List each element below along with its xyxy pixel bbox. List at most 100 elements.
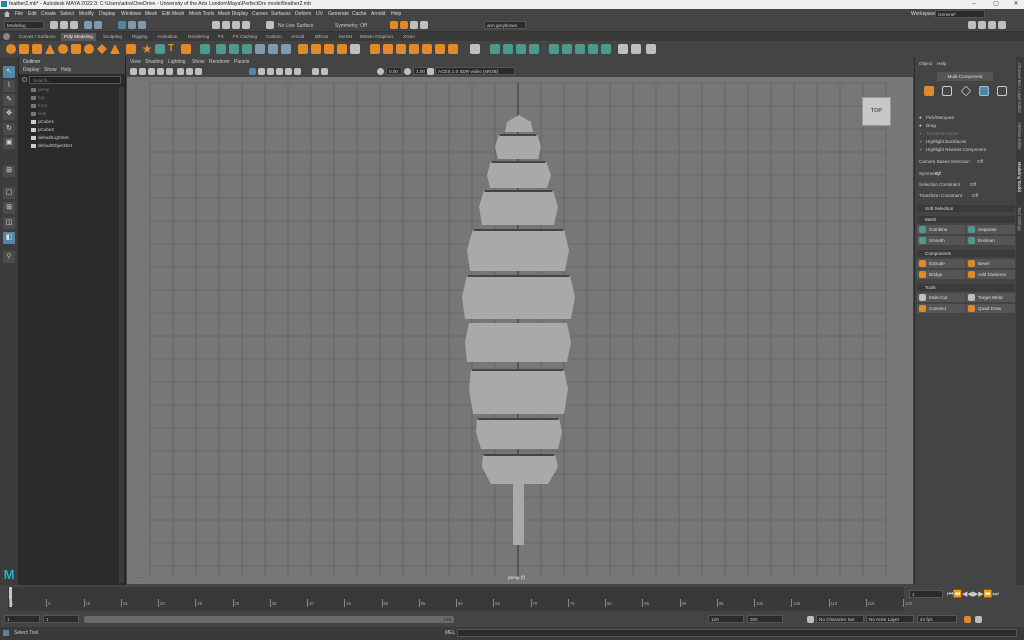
outliner-item[interactable]: front bbox=[31, 103, 47, 110]
wedge-icon[interactable] bbox=[448, 44, 458, 54]
connect-button[interactable]: Connect bbox=[917, 304, 965, 313]
anim-layer-dropdown[interactable]: No Anim Layer bbox=[866, 615, 914, 623]
outliner-scrollbar[interactable] bbox=[119, 87, 124, 583]
wireframe-on-shaded-icon[interactable] bbox=[267, 68, 274, 75]
automatic-map-icon[interactable] bbox=[529, 44, 539, 54]
camera-attributes-icon[interactable] bbox=[148, 68, 155, 75]
grid-toggle-icon[interactable] bbox=[177, 68, 184, 75]
shelf-tab-mash[interactable]: MASH bbox=[336, 33, 355, 41]
option-highlight-backfaces[interactable]: Highlight Backfaces bbox=[926, 139, 966, 144]
toggle-attribute-editor-icon[interactable] bbox=[978, 21, 986, 29]
feather-stem[interactable] bbox=[513, 477, 524, 545]
rotate-tool-icon[interactable]: ↻ bbox=[3, 123, 15, 135]
character-set-dropdown[interactable]: No Character Set bbox=[816, 615, 864, 623]
lights-icon[interactable] bbox=[285, 68, 292, 75]
show-manipulator-icon[interactable]: ⊞ bbox=[3, 165, 15, 177]
viewport-menu-show[interactable]: Show bbox=[192, 59, 205, 65]
shelf-tab-bifrost[interactable]: Bifrost bbox=[312, 33, 331, 41]
lock-camera-icon[interactable] bbox=[139, 68, 146, 75]
mtk-symmetry-value[interactable]: Off bbox=[935, 171, 941, 176]
viewport-menu-renderer[interactable]: Renderer bbox=[209, 59, 230, 65]
snap-view-plane-icon[interactable] bbox=[242, 21, 250, 29]
colorspace-dropdown[interactable]: ACES 1.0 SDR-video (sRGB) bbox=[435, 67, 515, 75]
side-tab-modeling-toolkit[interactable]: Modeling Toolkit bbox=[1017, 162, 1022, 192]
outliner-search-input[interactable]: Search... bbox=[29, 76, 121, 84]
step-forward-key-icon[interactable]: ⏩ bbox=[984, 591, 993, 598]
playback-end-field[interactable]: 120 bbox=[708, 615, 744, 623]
menu-help[interactable]: Help bbox=[391, 11, 401, 17]
planar-map-icon[interactable] bbox=[490, 44, 500, 54]
current-frame-field[interactable]: 1 bbox=[909, 590, 943, 598]
user-account-field[interactable]: ann.greybrown bbox=[484, 21, 526, 29]
unfold-icon[interactable] bbox=[562, 44, 572, 54]
bevel-button[interactable]: Bevel bbox=[966, 259, 1015, 268]
feather-segment-9[interactable] bbox=[482, 454, 558, 484]
viewcube[interactable]: TOP bbox=[862, 97, 891, 126]
vertex-mode-icon[interactable] bbox=[942, 86, 952, 96]
sew-uv-icon[interactable] bbox=[601, 44, 611, 54]
shelf-tab-poly-modeling[interactable]: Poly Modeling bbox=[61, 33, 96, 41]
type-tool-icon[interactable]: T bbox=[168, 44, 178, 54]
combine-icon[interactable] bbox=[200, 44, 210, 54]
poly-plane-icon[interactable] bbox=[71, 44, 81, 54]
feather-segment-5[interactable] bbox=[462, 275, 575, 319]
poly-cube-icon[interactable] bbox=[19, 44, 29, 54]
poly-pyramid-icon[interactable] bbox=[110, 44, 120, 54]
menu-arnold[interactable]: Arnold bbox=[371, 11, 385, 17]
animation-start-field[interactable]: 1 bbox=[4, 615, 40, 623]
close-button[interactable]: ✕ bbox=[1009, 0, 1023, 9]
edge-mode-icon[interactable] bbox=[960, 85, 972, 97]
extrude-icon[interactable] bbox=[311, 44, 321, 54]
bridge-button[interactable]: Bridge bbox=[917, 270, 965, 279]
render-current-icon[interactable] bbox=[390, 21, 398, 29]
soft-selection-section[interactable]: Soft Selection bbox=[917, 205, 1015, 212]
select-by-component-icon[interactable] bbox=[138, 21, 146, 29]
option-highlight-nearest[interactable]: Highlight Nearest Component bbox=[926, 147, 986, 152]
menu-generate[interactable]: Generate bbox=[328, 11, 349, 17]
target-weld-icon[interactable] bbox=[383, 44, 393, 54]
menu-display[interactable]: Display bbox=[99, 11, 115, 17]
extrude-button[interactable]: Extrude bbox=[917, 259, 965, 268]
go-to-end-icon[interactable]: ⏭ bbox=[992, 591, 998, 598]
select-by-hierarchy-icon[interactable] bbox=[118, 21, 126, 29]
poly-disc-icon[interactable] bbox=[84, 44, 94, 54]
multi-cut-button[interactable]: Multi-Cut bbox=[917, 293, 965, 302]
camera-based-selection-value[interactable]: Off bbox=[977, 159, 983, 164]
redo-icon[interactable] bbox=[94, 21, 102, 29]
sweep-mesh-icon[interactable] bbox=[155, 44, 165, 54]
menu-uv[interactable]: UV bbox=[316, 11, 323, 17]
uv-editor-icon[interactable] bbox=[549, 44, 559, 54]
shelf-tab-rendering[interactable]: Rendering bbox=[185, 33, 212, 41]
outliner-menu-help[interactable]: Help bbox=[61, 67, 71, 73]
hypershade-icon[interactable] bbox=[420, 21, 428, 29]
search-tool-icon[interactable]: ⚲ bbox=[3, 251, 15, 263]
menu-edit[interactable]: Edit bbox=[28, 11, 37, 17]
outliner-item[interactable]: pCube1 bbox=[31, 119, 54, 126]
shelf-tab-arnold[interactable]: Arnold bbox=[288, 33, 307, 41]
step-back-key-icon[interactable]: ⏪ bbox=[953, 591, 962, 598]
feather-tip-segment[interactable] bbox=[505, 115, 533, 132]
transform-constraint-value[interactable]: Off bbox=[972, 193, 978, 198]
outliner-layout-icon[interactable]: ◧ bbox=[3, 232, 15, 244]
option-pick-marquee[interactable]: Pick/Marquee bbox=[926, 115, 954, 120]
viewport-menu-panels[interactable]: Panels bbox=[234, 59, 249, 65]
super-shape-icon[interactable] bbox=[126, 44, 136, 54]
smooth-shade-icon[interactable] bbox=[258, 68, 265, 75]
symmetry-status[interactable]: Symmetry: Off bbox=[335, 23, 367, 29]
outliner-menu-display[interactable]: Display bbox=[23, 67, 39, 73]
poke-face-icon[interactable] bbox=[435, 44, 445, 54]
uv-shell-icon[interactable] bbox=[631, 44, 641, 54]
bookmarks-icon[interactable] bbox=[157, 68, 164, 75]
xray-icon[interactable] bbox=[321, 68, 328, 75]
auto-key-icon[interactable] bbox=[964, 616, 971, 623]
boolean-button[interactable]: Boolean bbox=[966, 236, 1015, 245]
append-to-polygon-icon[interactable] bbox=[337, 44, 347, 54]
object-mode-icon[interactable] bbox=[924, 86, 934, 96]
outliner-item[interactable]: defaultObjectSet bbox=[31, 143, 72, 150]
snap-point-icon[interactable] bbox=[232, 21, 240, 29]
poly-cylinder-icon[interactable] bbox=[32, 44, 42, 54]
animation-end-field[interactable]: 200 bbox=[747, 615, 783, 623]
feather-segment-6[interactable] bbox=[465, 323, 571, 362]
cut-uv-icon[interactable] bbox=[588, 44, 598, 54]
home-icon[interactable] bbox=[4, 11, 10, 17]
